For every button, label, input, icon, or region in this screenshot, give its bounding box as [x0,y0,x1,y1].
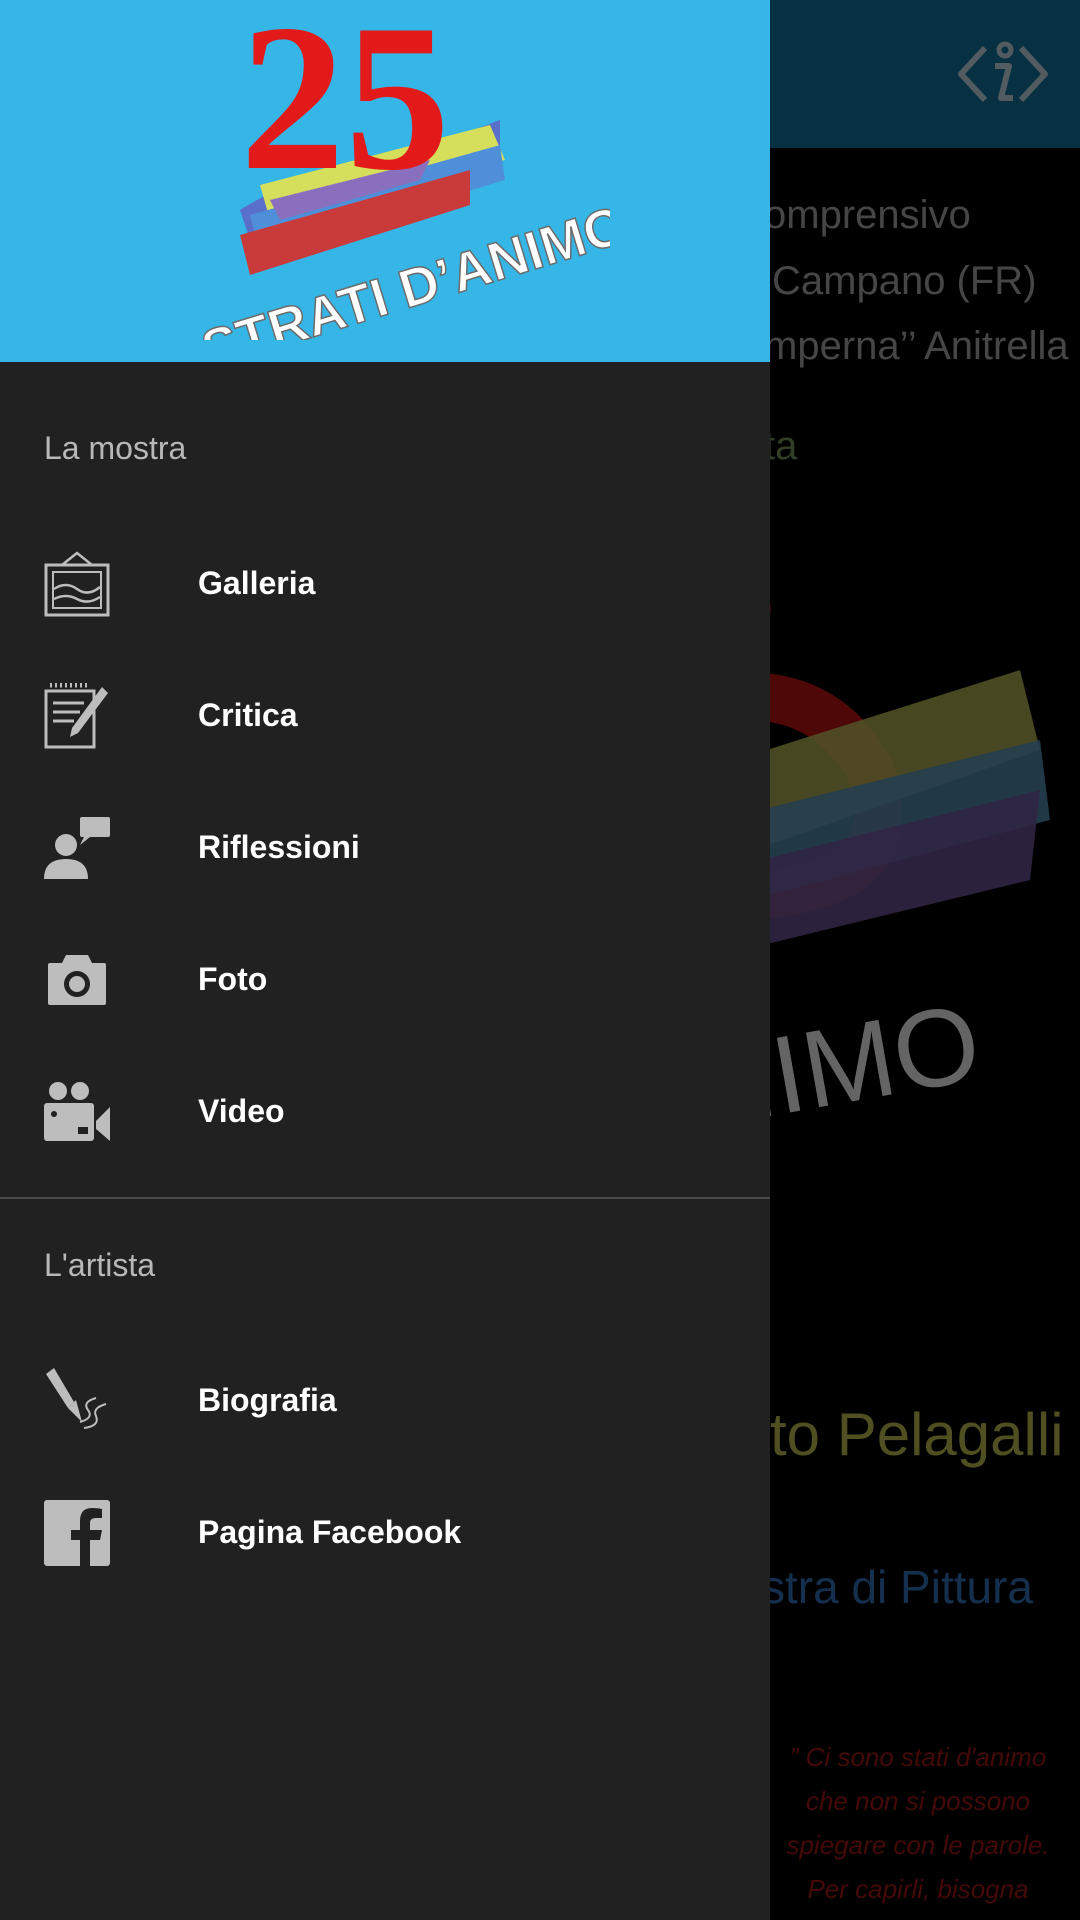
fountain-pen-icon [46,1368,107,1429]
info-code-icon[interactable] [955,40,1051,108]
quote-line-2: che non si possono [805,1786,1031,1816]
quote-line-4: Per capirli, bisogna [807,1874,1029,1904]
menu-item-riflessioni[interactable]: Riflessioni [0,781,770,913]
menu-item-label: Galleria [198,565,316,601]
menu-item-label: Video [198,1093,285,1129]
section-divider [0,1197,770,1199]
menu-item-video[interactable]: Video [0,1045,770,1177]
exhibition-title: stra di Pittura [762,1561,1033,1613]
school-line-3: mperna’’ Anitrella [764,324,1069,368]
menu-item-pagina-facebook[interactable]: Pagina Facebook [0,1466,770,1598]
video-camera-icon [44,1082,110,1141]
menu-item-critica[interactable]: Critica [0,649,770,781]
quote-line-3: spiegare con le parole. [786,1830,1050,1860]
strati-danimo-logo: 25 STRATI D’ANIMO [194,0,610,340]
gallery-frame-icon [44,551,110,617]
school-line-1: omprensivo [764,193,971,237]
navigation-drawer: 25 STRATI D’ANIMO La mostra Galleria Cri… [0,0,770,1920]
menu-item-label: Foto [198,961,268,997]
logo-number: 25 [240,0,450,214]
notepad-pencil-icon [44,683,108,749]
menu-item-label: Pagina Facebook [198,1514,462,1550]
artist-name: to Pelagalli [770,1401,1064,1468]
menu-item-label: Riflessioni [198,829,360,865]
drawer-header: 25 STRATI D’ANIMO [0,0,770,362]
facebook-icon [44,1500,110,1566]
menu-item-biografia[interactable]: Biografia [0,1334,770,1466]
section-title-la-mostra: La mostra [44,430,187,466]
quote-line-1: ” Ci sono stati d'animo [789,1742,1047,1772]
menu-item-label: Biografia [198,1382,337,1418]
section-title-lartista: L'artista [44,1247,156,1283]
person-speech-icon [44,817,110,879]
menu-item-label: Critica [198,697,298,733]
menu-item-galleria[interactable]: Galleria [0,517,770,649]
menu-item-foto[interactable]: Foto [0,913,770,1045]
camera-icon [48,955,106,1005]
school-line-2: Campano (FR) [772,259,1037,303]
